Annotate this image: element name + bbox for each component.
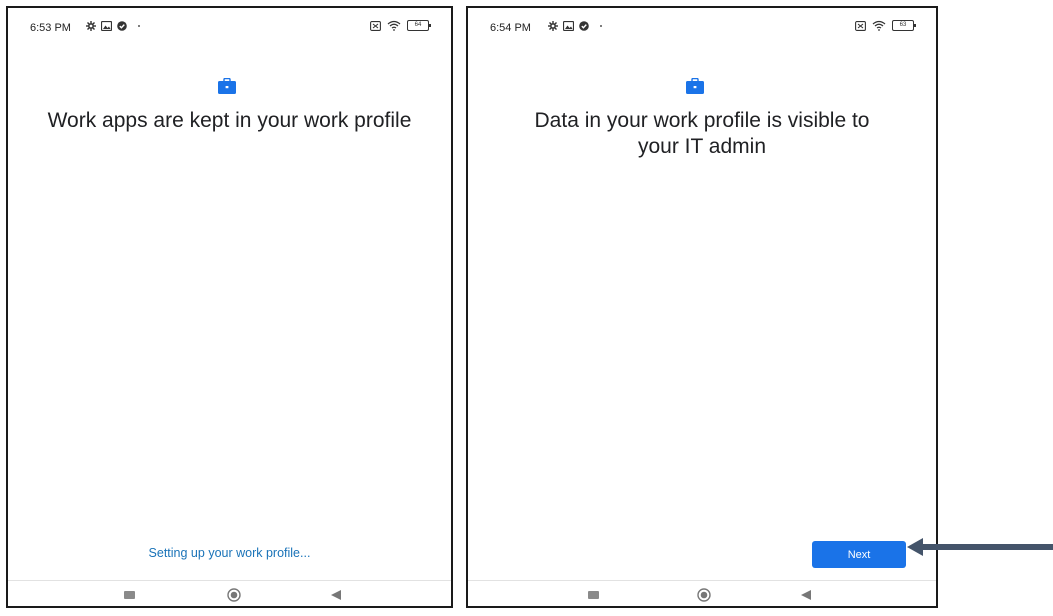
gallery-icon xyxy=(563,21,574,31)
notification-dot-icon xyxy=(600,25,602,27)
notification-dot-icon xyxy=(138,25,140,27)
arrow-left-icon xyxy=(907,538,1053,556)
check-shield-icon xyxy=(579,21,589,31)
status-time: 6:54 PM xyxy=(490,22,531,34)
back-icon[interactable] xyxy=(330,589,342,601)
no-sim-icon xyxy=(855,20,866,31)
status-icons-right: 63 xyxy=(855,20,916,31)
no-sim-icon xyxy=(370,20,381,31)
back-icon[interactable] xyxy=(800,589,812,601)
gallery-icon xyxy=(101,21,112,31)
wifi-icon xyxy=(872,20,886,31)
next-button[interactable]: Next xyxy=(812,541,906,568)
phone-screen-2: 6:54 PM 63 Data in your work profile is … xyxy=(466,6,938,608)
status-bar: 6:54 PM 63 xyxy=(468,8,936,48)
status-bar: 6:53 PM 64 xyxy=(8,8,451,48)
navigation-bar xyxy=(468,581,936,606)
battery-icon: 64 xyxy=(407,20,431,31)
settings-icon xyxy=(548,21,558,31)
page-title: Data in your work profile is visible to … xyxy=(534,109,870,158)
briefcase-icon xyxy=(218,78,236,94)
briefcase-icon xyxy=(686,78,704,94)
battery-icon: 63 xyxy=(892,20,916,31)
setup-progress-text: Setting up your work profile... xyxy=(148,546,311,560)
status-icons-left xyxy=(86,21,140,31)
wifi-icon xyxy=(387,20,401,31)
home-icon[interactable] xyxy=(697,588,711,602)
status-icons-left xyxy=(548,21,602,31)
recent-apps-icon[interactable] xyxy=(588,591,599,599)
page-title: Work apps are kept in your work profile xyxy=(47,109,412,132)
recent-apps-icon[interactable] xyxy=(124,591,135,599)
phone-screen-1: 6:53 PM 64 Work apps are kept in your wo… xyxy=(6,6,453,608)
status-time: 6:53 PM xyxy=(30,22,71,34)
navigation-bar xyxy=(8,581,451,606)
status-icons-right: 64 xyxy=(370,20,431,31)
check-shield-icon xyxy=(117,21,127,31)
home-icon[interactable] xyxy=(227,588,241,602)
settings-icon xyxy=(86,21,96,31)
